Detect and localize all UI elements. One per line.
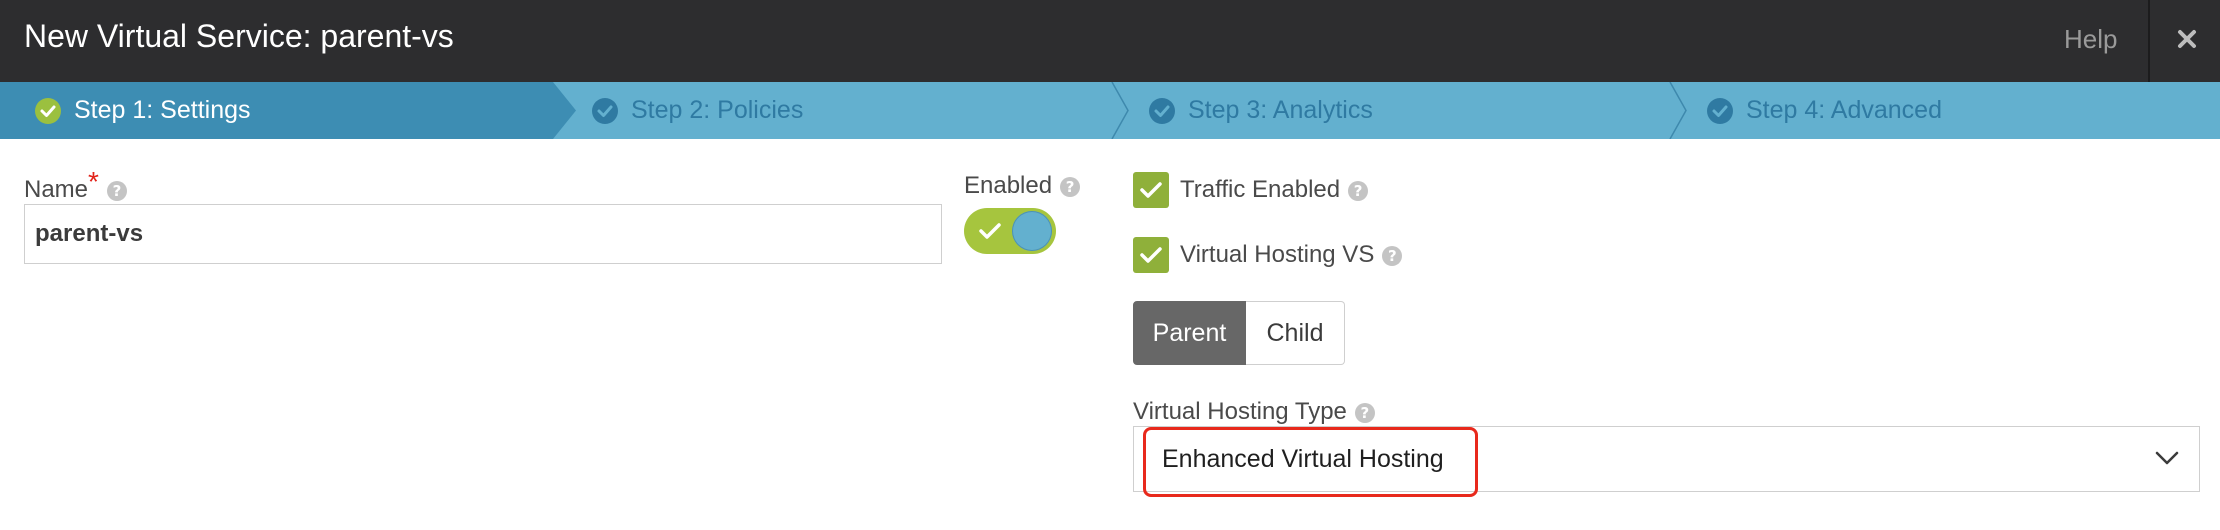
virtual-hosting-text: Virtual Hosting VS <box>1180 241 1375 268</box>
help-icon[interactable]: ? <box>1354 402 1375 423</box>
enabled-label: Enabled? <box>964 172 1081 200</box>
segment-parent-button[interactable]: Parent <box>1133 301 1246 365</box>
modal-title: New Virtual Service: parent-vs <box>24 18 454 54</box>
virtual-hosting-label: Virtual Hosting VS? <box>1180 241 1403 269</box>
check-icon <box>1140 182 1162 198</box>
vh-type-select[interactable]: Enhanced Virtual Hosting <box>1133 426 2200 492</box>
virtual-hosting-checkbox[interactable] <box>1133 237 1169 273</box>
help-icon[interactable]: ? <box>1382 245 1403 266</box>
help-icon[interactable]: ? <box>1348 180 1369 201</box>
check-circle-icon <box>1149 97 1175 124</box>
traffic-enabled-label: Traffic Enabled? <box>1180 176 1369 204</box>
step-separator-chevron <box>1111 82 1129 139</box>
check-icon <box>1140 247 1162 263</box>
toggle-knob <box>1012 211 1052 251</box>
check-circle-icon <box>35 97 61 124</box>
required-mark: * <box>88 166 99 197</box>
enabled-label-text: Enabled <box>964 172 1053 199</box>
tab-step-1[interactable]: Step 1: Settings <box>34 82 251 139</box>
check-circle-icon <box>592 97 618 124</box>
step-separator-chevron <box>1669 82 1687 139</box>
tab-step-4[interactable]: Step 4: Advanced <box>1706 82 1942 139</box>
traffic-enabled-text: Traffic Enabled <box>1180 176 1341 203</box>
step-label: Step 2: Policies <box>631 96 804 124</box>
tab-step-3[interactable]: Step 3: Analytics <box>1148 82 1373 139</box>
help-link[interactable]: Help <box>2064 24 2117 55</box>
header-divider <box>2148 0 2150 82</box>
step-label: Step 1: Settings <box>74 96 251 124</box>
close-icon[interactable] <box>2176 22 2202 56</box>
help-icon[interactable]: ? <box>1060 176 1081 197</box>
tab-step-2[interactable]: Step 2: Policies <box>591 82 803 139</box>
chevron-down-icon <box>2155 451 2179 465</box>
vh-type-label: Virtual Hosting Type? <box>1133 398 1375 426</box>
name-label-text: Name <box>24 176 89 203</box>
vh-type-label-text: Virtual Hosting Type <box>1133 398 1347 425</box>
wizard-steps: Step 1: Settings Step 2: Policies Step 3… <box>0 82 2220 139</box>
name-input[interactable]: parent-vs <box>24 204 942 264</box>
help-icon[interactable]: ? <box>106 180 127 201</box>
modal-header: New Virtual Service: parent-vs Help <box>0 0 2220 82</box>
vh-type-selected-value: Enhanced Virtual Hosting <box>1162 445 1444 473</box>
step-label: Step 4: Advanced <box>1746 96 1942 124</box>
check-icon <box>979 223 1001 239</box>
segment-child-button[interactable]: Child <box>1246 301 1345 365</box>
name-label: Name*? <box>24 166 127 204</box>
step-label: Step 3: Analytics <box>1188 96 1373 124</box>
enabled-toggle[interactable] <box>964 208 1056 254</box>
check-circle-icon <box>1707 97 1733 124</box>
traffic-enabled-checkbox[interactable] <box>1133 172 1169 208</box>
